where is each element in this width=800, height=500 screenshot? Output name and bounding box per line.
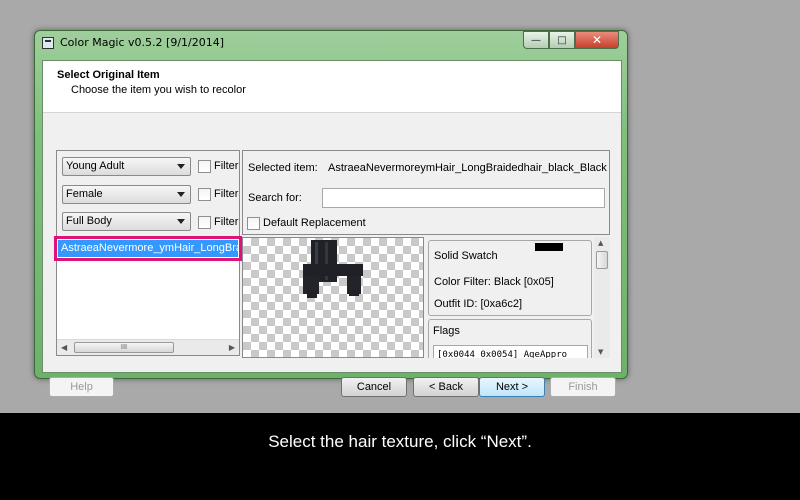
body-dropdown[interactable]: Full Body xyxy=(62,212,191,231)
vertical-scrollbar[interactable]: ▲ ▼ xyxy=(594,237,610,358)
color-swatch xyxy=(535,243,563,251)
scroll-down-icon[interactable]: ▼ xyxy=(598,348,603,356)
instruction-caption: Select the hair texture, click “Next”. xyxy=(268,432,532,451)
item-list[interactable]: AstraeaNevermore_ymHair_LongBraid xyxy=(54,236,242,324)
flags-field[interactable]: [0x0044 0x0054] AgeAppro xyxy=(433,345,588,358)
scrollbar-thumb[interactable] xyxy=(596,251,608,269)
selected-item-value: AstraeaNevermoreymHair_LongBraidedhair_b… xyxy=(328,162,607,174)
chevron-down-icon xyxy=(177,164,185,169)
title-bar[interactable]: Color Magic v0.5.2 [9/1/2014] — □ ✕ xyxy=(35,31,627,55)
cancel-button[interactable]: Cancel xyxy=(341,377,407,397)
item-details-panel: Selected item: AstraeaNevermoreymHair_Lo… xyxy=(242,150,610,235)
chevron-down-icon xyxy=(177,192,185,197)
window-title: Color Magic v0.5.2 [9/1/2014] xyxy=(60,36,225,49)
body-dropdown-value: Full Body xyxy=(66,215,112,227)
filter-area: Young Adult Filter Female Filter Full Bo… xyxy=(57,151,239,238)
age-dropdown-value: Young Adult xyxy=(66,160,125,172)
gender-filter-label: Filter xyxy=(214,188,239,200)
list-item[interactable]: AstraeaNevermore_ymHair_LongBraid xyxy=(54,236,242,261)
item-selector-panel: Young Adult Filter Female Filter Full Bo… xyxy=(54,150,242,356)
default-replacement-label: Default Replacement xyxy=(263,217,366,229)
finish-button[interactable]: Finish xyxy=(550,377,616,397)
body-filter-checkbox[interactable] xyxy=(198,216,211,229)
caption-bar: Select the hair texture, click “Next”. xyxy=(0,413,800,500)
gender-dropdown[interactable]: Female xyxy=(62,185,191,204)
horizontal-scrollbar[interactable]: ◀ III ▶ xyxy=(57,339,239,355)
dialog-client: Select Original Item Choose the item you… xyxy=(42,60,622,397)
help-button[interactable]: Help xyxy=(49,377,114,397)
item-info-panel: Solid Swatch Color Filter: Black [0x05] … xyxy=(426,237,610,358)
page-subtitle: Choose the item you wish to recolor xyxy=(71,84,246,96)
scroll-right-icon[interactable]: ▶ xyxy=(229,343,235,352)
age-filter-label: Filter xyxy=(214,160,239,172)
next-button[interactable]: Next > xyxy=(479,377,545,397)
wizard-header: Select Original Item Choose the item you… xyxy=(43,61,621,113)
selected-item-label: Selected item: xyxy=(248,162,318,174)
chevron-down-icon xyxy=(177,219,185,224)
flags-group: Flags [0x0044 0x0054] AgeAppro xyxy=(428,319,592,358)
age-filter-checkbox[interactable] xyxy=(198,160,211,173)
minimize-button[interactable]: — xyxy=(523,31,549,49)
search-input[interactable] xyxy=(322,188,605,208)
default-replacement-checkbox[interactable] xyxy=(247,217,260,230)
outfit-id-text: Outfit ID: [0xa6c2] xyxy=(434,298,523,310)
scroll-left-icon[interactable]: ◀ xyxy=(61,343,67,352)
page-title: Select Original Item xyxy=(57,69,160,81)
app-icon xyxy=(42,37,54,49)
flags-title: Flags xyxy=(433,325,460,337)
texture-preview xyxy=(242,237,424,358)
swatch-title: Solid Swatch xyxy=(434,250,498,262)
back-button[interactable]: < Back xyxy=(413,377,479,397)
gender-filter-checkbox[interactable] xyxy=(198,188,211,201)
maximize-button[interactable]: □ xyxy=(549,31,575,49)
body-filter-label: Filter xyxy=(214,216,239,228)
color-magic-window: Color Magic v0.5.2 [9/1/2014] — □ ✕ Sele… xyxy=(34,30,628,397)
hair-texture-image xyxy=(303,240,363,298)
close-button[interactable]: ✕ xyxy=(575,31,619,49)
swatch-info-group: Solid Swatch Color Filter: Black [0x05] … xyxy=(428,240,592,316)
scrollbar-thumb[interactable]: III xyxy=(74,342,174,353)
color-filter-text: Color Filter: Black [0x05] xyxy=(434,276,554,288)
window-controls: — □ ✕ xyxy=(523,31,619,49)
gender-dropdown-value: Female xyxy=(66,188,103,200)
search-label: Search for: xyxy=(248,192,302,204)
age-dropdown[interactable]: Young Adult xyxy=(62,157,191,176)
scroll-up-icon[interactable]: ▲ xyxy=(598,239,603,247)
